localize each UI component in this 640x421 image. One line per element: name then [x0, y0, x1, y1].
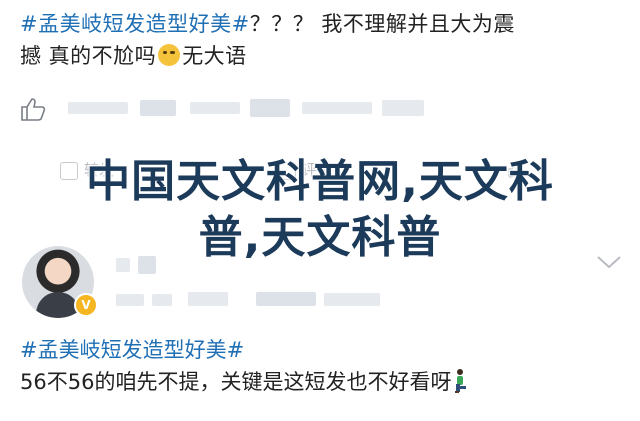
chevron-down-icon[interactable]	[596, 254, 622, 270]
blurred-content	[68, 102, 128, 114]
watermark-line: 中国天文科普网,天文科	[86, 156, 554, 207]
grimacing-face-icon	[158, 44, 181, 66]
blurred-content	[140, 100, 176, 116]
blurred-metadata	[116, 294, 144, 306]
post-2-line-2: 56不56的咱先不提，关键是这短发也不好看呀	[20, 366, 620, 398]
post-2-text: #孟美岐短发造型好美# 56不56的咱先不提，关键是这短发也不好看呀	[20, 334, 620, 398]
blurred-content	[250, 99, 290, 117]
post-2-line-1: #孟美岐短发造型好美#	[20, 334, 620, 366]
thumbs-up-icon[interactable]	[20, 96, 48, 122]
blurred-content	[302, 102, 372, 114]
post-2-text-part: 56不56的咱先不提，关键是这短发也不好看呀	[20, 370, 452, 394]
hashtag-link[interactable]: #孟美岐短发造型好美#	[20, 12, 250, 36]
hashtag-link[interactable]: #孟美岐短发造型好美#	[20, 338, 244, 362]
blurred-content	[190, 102, 240, 114]
blurred-metadata	[188, 292, 228, 306]
verified-badge-icon: V	[74, 293, 98, 317]
post-1-text-part: 撼 真的不尬吗	[20, 44, 157, 68]
post-1-text-part: ？？？ 我不理解并且大为震	[249, 12, 515, 36]
person-kneeling-icon	[455, 369, 467, 393]
blurred-metadata	[152, 294, 172, 306]
post-1-text: #孟美岐短发造型好美#？？？ 我不理解并且大为震 撼 真的不尬吗 无大语	[20, 8, 620, 72]
post-1-line-1: #孟美岐短发造型好美#？？？ 我不理解并且大为震	[20, 8, 620, 40]
blurred-metadata	[324, 293, 380, 306]
blurred-username	[138, 256, 156, 274]
watermark-text: 中国天文科普网,天文科 普,天文科普	[0, 154, 640, 266]
blurred-content	[382, 100, 424, 116]
post-1-text-part: 无大语	[182, 44, 247, 68]
post-1-action-row	[20, 94, 620, 124]
post-1-line-2: 撼 真的不尬吗 无大语	[20, 40, 620, 72]
blurred-metadata	[256, 292, 316, 306]
blurred-username	[116, 258, 130, 272]
watermark-line: 普,天文科普	[198, 212, 442, 263]
